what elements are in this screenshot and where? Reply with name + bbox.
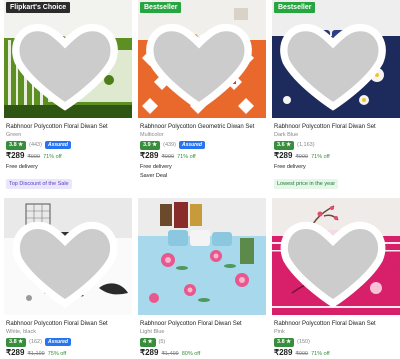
offer-badge: Lowest price in the year — [274, 179, 339, 189]
product-price: ₹289 — [6, 348, 25, 357]
rating-count: (443) — [29, 142, 42, 148]
product-price: ₹289 — [6, 151, 25, 160]
rating-count: (162) — [29, 339, 42, 345]
product-variant: Green — [6, 132, 22, 138]
product-info: Rabhnoor Polycotton Floral Diwan Set Pin… — [274, 320, 400, 359]
product-info: Rabhnoor Polycotton Floral Diwan Set Whi… — [6, 320, 132, 359]
product-image[interactable]: Bestseller — [272, 0, 400, 118]
product-title[interactable]: Rabhnoor Polycotton Floral Diwan Set — [6, 320, 132, 328]
product-price: ₹289 — [140, 348, 159, 357]
product-variant: Light Blue — [140, 329, 165, 335]
product-title[interactable]: Rabhnoor Polycotton Floral Diwan Set — [140, 320, 266, 328]
product-card[interactable]: Rabhnoor Polycotton Floral Diwan Set Lig… — [138, 198, 266, 359]
product-mrp: ₹999 — [27, 154, 41, 160]
product-variant: Pink — [274, 329, 285, 335]
product-card[interactable]: Rabhnoor Polycotton Floral Diwan Set Pin… — [272, 198, 400, 359]
product-mrp: ₹1,499 — [161, 351, 179, 357]
product-image[interactable] — [4, 198, 132, 315]
product-image[interactable]: Bestseller — [138, 0, 266, 118]
product-mrp: ₹999 — [295, 351, 309, 357]
rating-badge: 3.9 ★ — [140, 140, 161, 150]
rating-count: (5) — [158, 339, 166, 345]
product-info: Rabhnoor Polycotton Floral Diwan Set Dar… — [274, 123, 400, 190]
assured-badge-icon: Assured — [44, 338, 71, 346]
deal-note: Saver Deal — [140, 173, 168, 179]
rating-badge: 4 ★ — [140, 337, 156, 347]
rating-count: (150) — [297, 339, 310, 345]
product-mrp: ₹999 — [295, 154, 309, 160]
product-discount: 71% off — [177, 154, 196, 160]
assured-badge-icon: Assured — [44, 141, 71, 149]
wishlist-heart-icon[interactable] — [272, 201, 397, 315]
product-price: ₹289 — [274, 348, 293, 357]
rating-badge: 3.8 ★ — [274, 337, 295, 347]
product-info: Rabhnoor Polycotton Geometric Diwan Set … — [140, 123, 266, 181]
product-variant: Dark Blue — [274, 132, 299, 138]
product-discount: 71% off — [311, 154, 330, 160]
product-grid: Flipkart's Choice Rabhnoor Polycotton Fl… — [0, 0, 400, 359]
wishlist-heart-icon[interactable] — [4, 3, 129, 118]
assured-badge-icon: Assured — [178, 141, 205, 149]
product-discount: 75% off — [47, 351, 67, 357]
product-variant: White, black — [6, 329, 36, 335]
product-card[interactable]: Bestseller Rabhnoor Polycotton Geometric… — [138, 0, 266, 179]
product-discount: 71% off — [311, 351, 330, 357]
rating-count: (439) — [163, 142, 176, 148]
product-image[interactable] — [272, 198, 400, 315]
rating-count: (1,163) — [297, 142, 315, 148]
product-card[interactable]: Bestseller Rabhnoor Polycotton Floral Di… — [272, 0, 400, 189]
product-price: ₹289 — [274, 151, 293, 160]
rating-badge: 3.6 ★ — [274, 140, 295, 150]
product-card[interactable]: Flipkart's Choice Rabhnoor Polycotton Fl… — [4, 0, 132, 189]
rating-badge: 3.8 ★ — [6, 337, 27, 347]
product-discount: 71% off — [43, 154, 62, 160]
delivery-text: Free delivery — [6, 164, 38, 170]
product-title[interactable]: Rabhnoor Polycotton Geometric Diwan Set — [140, 123, 266, 131]
product-card[interactable]: Rabhnoor Polycotton Floral Diwan Set Whi… — [4, 198, 132, 359]
product-title[interactable]: Rabhnoor Polycotton Floral Diwan Set — [274, 320, 400, 328]
product-mrp: ₹1,199 — [27, 351, 45, 357]
product-mrp: ₹999 — [161, 154, 175, 160]
offer-badge: Top Discount of the Sale — [6, 179, 72, 189]
product-image[interactable] — [138, 198, 266, 315]
product-info: Rabhnoor Polycotton Floral Diwan Set Gre… — [6, 123, 132, 190]
product-price: ₹289 — [140, 151, 159, 160]
product-image[interactable]: Flipkart's Choice — [4, 0, 132, 118]
delivery-text: Free delivery — [274, 164, 306, 170]
rating-badge: 3.8 ★ — [6, 140, 27, 150]
wishlist-heart-icon[interactable] — [272, 3, 397, 118]
product-discount: 80% off — [181, 351, 201, 357]
wishlist-heart-icon[interactable] — [4, 201, 129, 315]
wishlist-heart-icon[interactable] — [138, 3, 263, 118]
product-title[interactable]: Rabhnoor Polycotton Floral Diwan Set — [6, 123, 132, 131]
product-variant: Multicolor — [140, 132, 164, 138]
product-title[interactable]: Rabhnoor Polycotton Floral Diwan Set — [274, 123, 400, 131]
product-info: Rabhnoor Polycotton Floral Diwan Set Lig… — [140, 320, 266, 359]
delivery-text: Free delivery — [140, 164, 172, 170]
